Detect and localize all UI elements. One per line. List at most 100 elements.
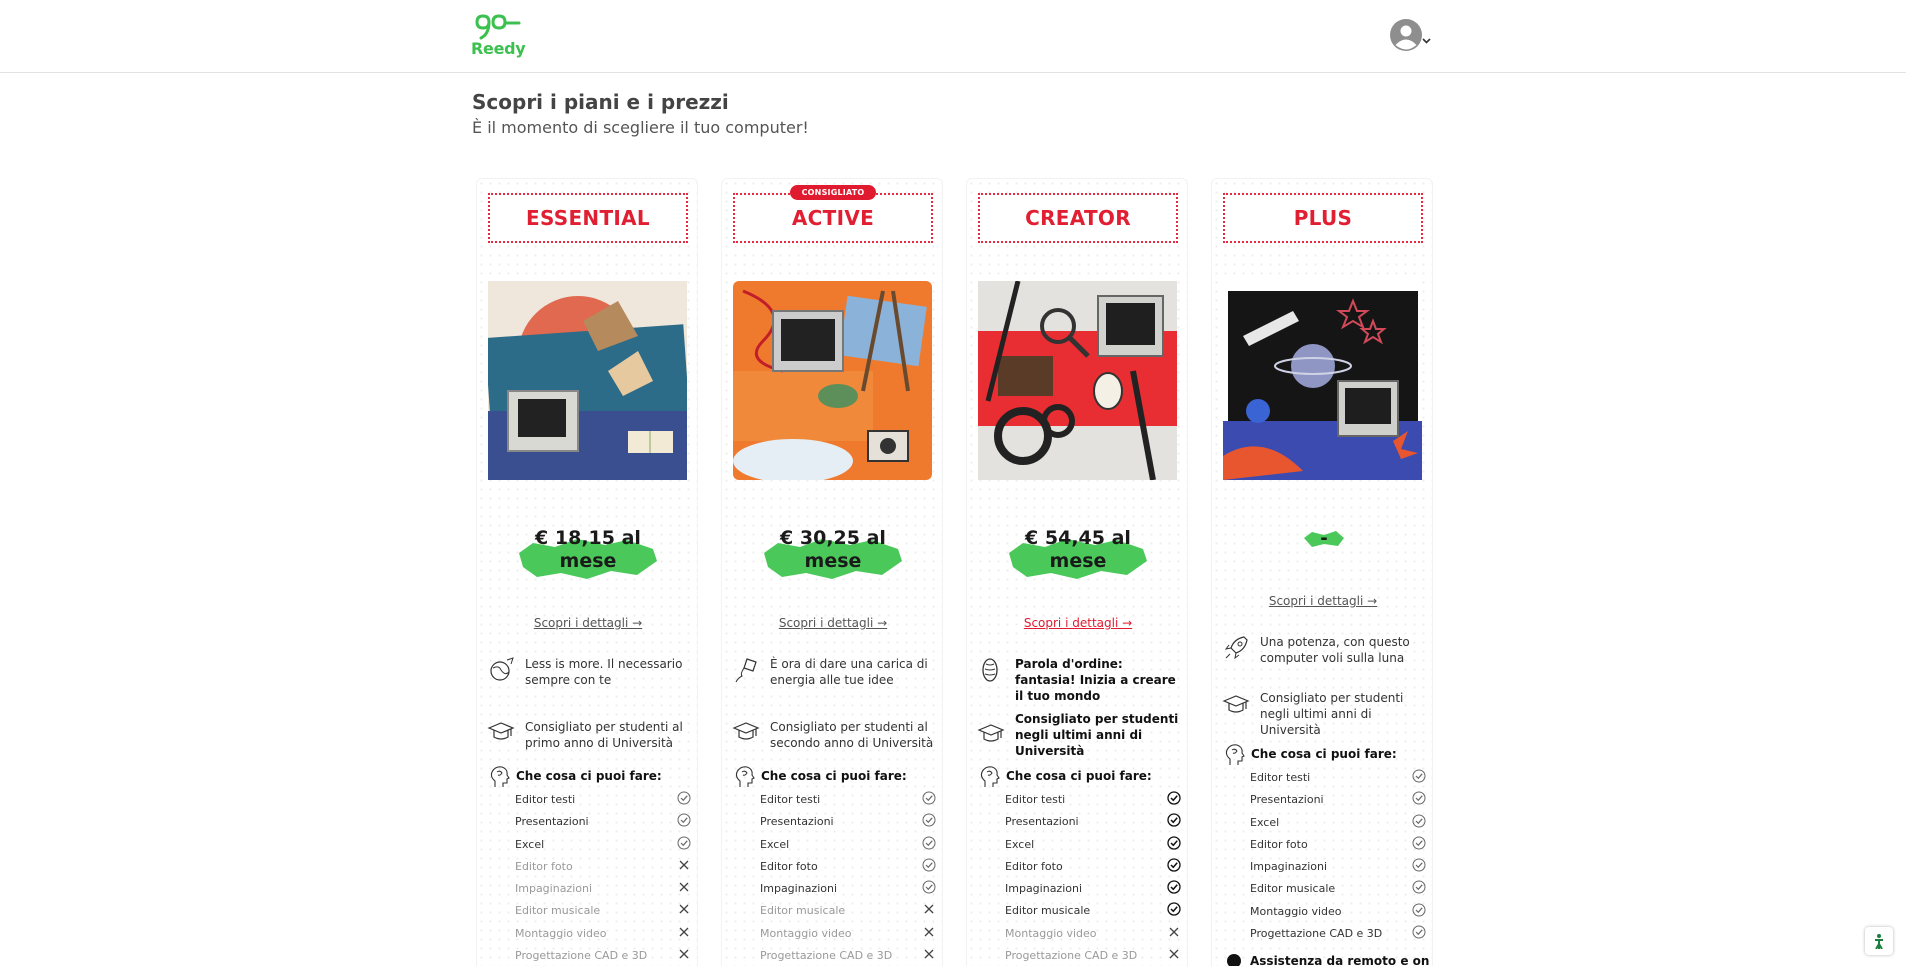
price-tag: € 30,25 al mese	[760, 527, 906, 587]
feature-item: Editor foto	[1250, 836, 1426, 858]
feature-item: Editor musicale	[1250, 880, 1426, 902]
plan-illustration	[978, 281, 1177, 480]
feature-item: Excel	[760, 836, 936, 858]
tagline-text: Una potenza, con questo computer voli su…	[1260, 635, 1410, 665]
details-link[interactable]: Scopri i dettagli →	[477, 616, 699, 630]
feature-item: Editor foto	[1005, 858, 1181, 880]
feature-item: Editor foto	[760, 858, 936, 880]
feature-item: Excel	[1005, 835, 1181, 858]
collage-illustration	[978, 281, 1177, 480]
x-icon	[924, 927, 934, 937]
graduation-cap-icon	[1222, 695, 1250, 713]
plan-card-creator: CREATOR € 54,45 al mese Scopri i dettagl…	[966, 178, 1188, 966]
price-tag: -	[1302, 528, 1346, 550]
graduation-cap-icon	[732, 722, 760, 740]
audience-text: Consigliato per studenti negli ultimi an…	[1015, 712, 1179, 758]
plan-name: PLUS	[1293, 206, 1353, 230]
check-circle-icon	[677, 791, 691, 805]
accessibility-icon	[1875, 934, 1883, 949]
collage-illustration	[733, 281, 932, 480]
x-icon	[924, 905, 934, 914]
feature-item: Presentazioni	[1250, 791, 1426, 813]
feature-list: Editor testi Presentazioni Excel Editor …	[1005, 791, 1181, 966]
feature-item: Editor testi	[1005, 791, 1181, 813]
feature-item: Presentazioni	[760, 813, 936, 835]
plan-card-essential: ESSENTIAL € 18,15 al mese Scopri i detta…	[476, 178, 698, 966]
tagline-text: Less is more. Il necessario sempre con t…	[525, 657, 683, 687]
audience-text: Consigliato per studenti negli ultimi an…	[1260, 691, 1404, 737]
plan-name: CREATOR	[1025, 206, 1131, 230]
collage-illustration	[488, 281, 687, 480]
logo-mark-icon	[475, 14, 521, 40]
feature-item: Editor foto	[515, 858, 691, 880]
price-label: -	[1320, 528, 1328, 549]
plan-name-box: CREATOR	[978, 193, 1178, 243]
x-icon	[679, 927, 689, 937]
extra-feature-text: Assistenza da remoto e on	[1250, 954, 1430, 966]
floating-action-button[interactable]	[1865, 927, 1893, 955]
check-circle-icon	[1412, 769, 1426, 783]
feature-item: Montaggio video	[515, 925, 691, 947]
details-link[interactable]: Scopri i dettagli →	[967, 616, 1189, 630]
check-circle-icon	[1412, 925, 1426, 939]
graduation-cap-icon	[487, 722, 515, 740]
graduation-cap-icon	[977, 724, 1005, 742]
x-icon	[1169, 927, 1179, 937]
feature-item: Editor testi	[760, 791, 936, 813]
tagline-text: È ora di dare una carica di energia alle…	[770, 657, 928, 687]
plan-card-plus: PLUS - Scopri i dettagli → Una potenza, …	[1211, 178, 1433, 966]
price-label: € 54,45 al mese	[1025, 527, 1131, 572]
check-circle-icon	[1167, 791, 1181, 805]
brain-icon	[982, 658, 998, 682]
reedy-logo[interactable]: Reedy	[471, 14, 527, 60]
account-menu[interactable]	[1389, 18, 1431, 52]
plan-illustration	[1223, 281, 1422, 480]
plan-card-active: ACTIVE CONSIGLIATO € 30,25 al mese Scopr…	[721, 178, 943, 966]
check-circle-icon	[1167, 858, 1181, 872]
check-circle-icon	[922, 813, 936, 827]
feature-item: Editor musicale	[1005, 902, 1181, 924]
x-icon	[679, 860, 689, 870]
check-circle-icon	[1167, 813, 1181, 827]
plan-name-box: PLUS	[1223, 193, 1423, 243]
feature-item: Montaggio video	[1250, 903, 1426, 925]
check-circle-icon	[1412, 880, 1426, 894]
plan-name: ACTIVE	[791, 206, 875, 230]
feature-item: Editor musicale	[760, 902, 936, 924]
feature-item: Excel	[1250, 814, 1426, 836]
feature-item: Presentazioni	[1005, 813, 1181, 835]
audience-text: Consigliato per studenti al primo anno d…	[525, 720, 683, 750]
check-circle-icon	[922, 836, 936, 850]
feature-item: Editor testi	[1250, 769, 1426, 791]
x-icon	[679, 905, 689, 914]
can-do-title: Che cosa ci puoi fare:	[516, 769, 662, 783]
details-link[interactable]: Scopri i dettagli →	[1212, 594, 1434, 608]
check-circle-icon	[1412, 791, 1426, 805]
feature-list: Editor testi Presentazioni Excel Editor …	[1250, 769, 1426, 947]
head-profile-icon	[735, 766, 755, 787]
check-circle-icon	[922, 880, 936, 894]
audience-text: Consigliato per studenti al secondo anno…	[770, 720, 934, 750]
x-icon	[924, 949, 934, 959]
price-tag: € 18,15 al mese	[515, 527, 661, 587]
feature-item: Montaggio video	[760, 925, 936, 947]
feature-list: Editor testi Presentazioni Excel Editor …	[760, 791, 936, 966]
can-do-title: Che cosa ci puoi fare:	[761, 769, 907, 783]
check-circle-icon	[1167, 880, 1181, 894]
check-circle-icon	[922, 858, 936, 872]
check-circle-icon	[1412, 858, 1426, 872]
can-do-title: Che cosa ci puoi fare:	[1251, 747, 1397, 761]
chevron-down-icon	[1422, 38, 1431, 44]
check-circle-icon	[1412, 903, 1426, 917]
price-label: € 30,25 al mese	[780, 527, 886, 572]
collage-illustration	[1223, 281, 1422, 480]
feature-item: Montaggio video	[1005, 925, 1181, 947]
recommended-badge: CONSIGLIATO	[790, 185, 876, 200]
check-circle-icon	[1167, 835, 1181, 850]
kite-icon	[735, 658, 757, 683]
page-subtitle: È il momento di scegliere il tuo compute…	[472, 118, 809, 137]
feature-item: Editor testi	[515, 791, 691, 813]
check-circle-icon	[677, 813, 691, 827]
check-circle-icon	[1412, 836, 1426, 850]
details-link[interactable]: Scopri i dettagli →	[722, 616, 944, 630]
